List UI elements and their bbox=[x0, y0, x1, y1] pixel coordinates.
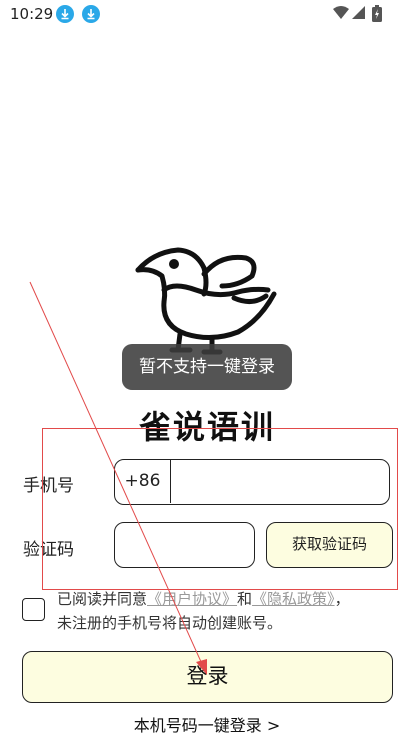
login-button[interactable]: 登录 bbox=[22, 651, 393, 703]
status-bar: 10:29 bbox=[0, 0, 414, 30]
toast-message: 暂不支持一键登录 bbox=[122, 344, 292, 390]
agreement-text: 已阅读并同意《用户协议》和《隐私政策》， bbox=[57, 588, 350, 609]
signal-icon bbox=[352, 6, 365, 19]
download-icon bbox=[82, 5, 100, 23]
agreement-note: 未注册的手机号将自动创建账号。 bbox=[57, 614, 283, 632]
battery-icon bbox=[372, 5, 382, 22]
agreement-suffix: ， bbox=[334, 590, 350, 608]
status-time: 10:29 bbox=[10, 5, 54, 23]
download-icon bbox=[56, 5, 74, 23]
privacy-policy-link[interactable]: 《隐私政策》 bbox=[252, 590, 335, 608]
wifi-icon bbox=[333, 6, 349, 19]
user-agreement-link[interactable]: 《用户协议》 bbox=[147, 590, 237, 608]
one-click-login-link[interactable]: 本机号码一键登录 > bbox=[0, 712, 414, 736]
agree-checkbox[interactable] bbox=[22, 598, 45, 621]
bird-logo-icon bbox=[135, 247, 277, 355]
agreement-prefix: 已阅读并同意 bbox=[57, 590, 148, 608]
agreement-and: 和 bbox=[237, 590, 253, 608]
annotation-box bbox=[42, 428, 398, 590]
